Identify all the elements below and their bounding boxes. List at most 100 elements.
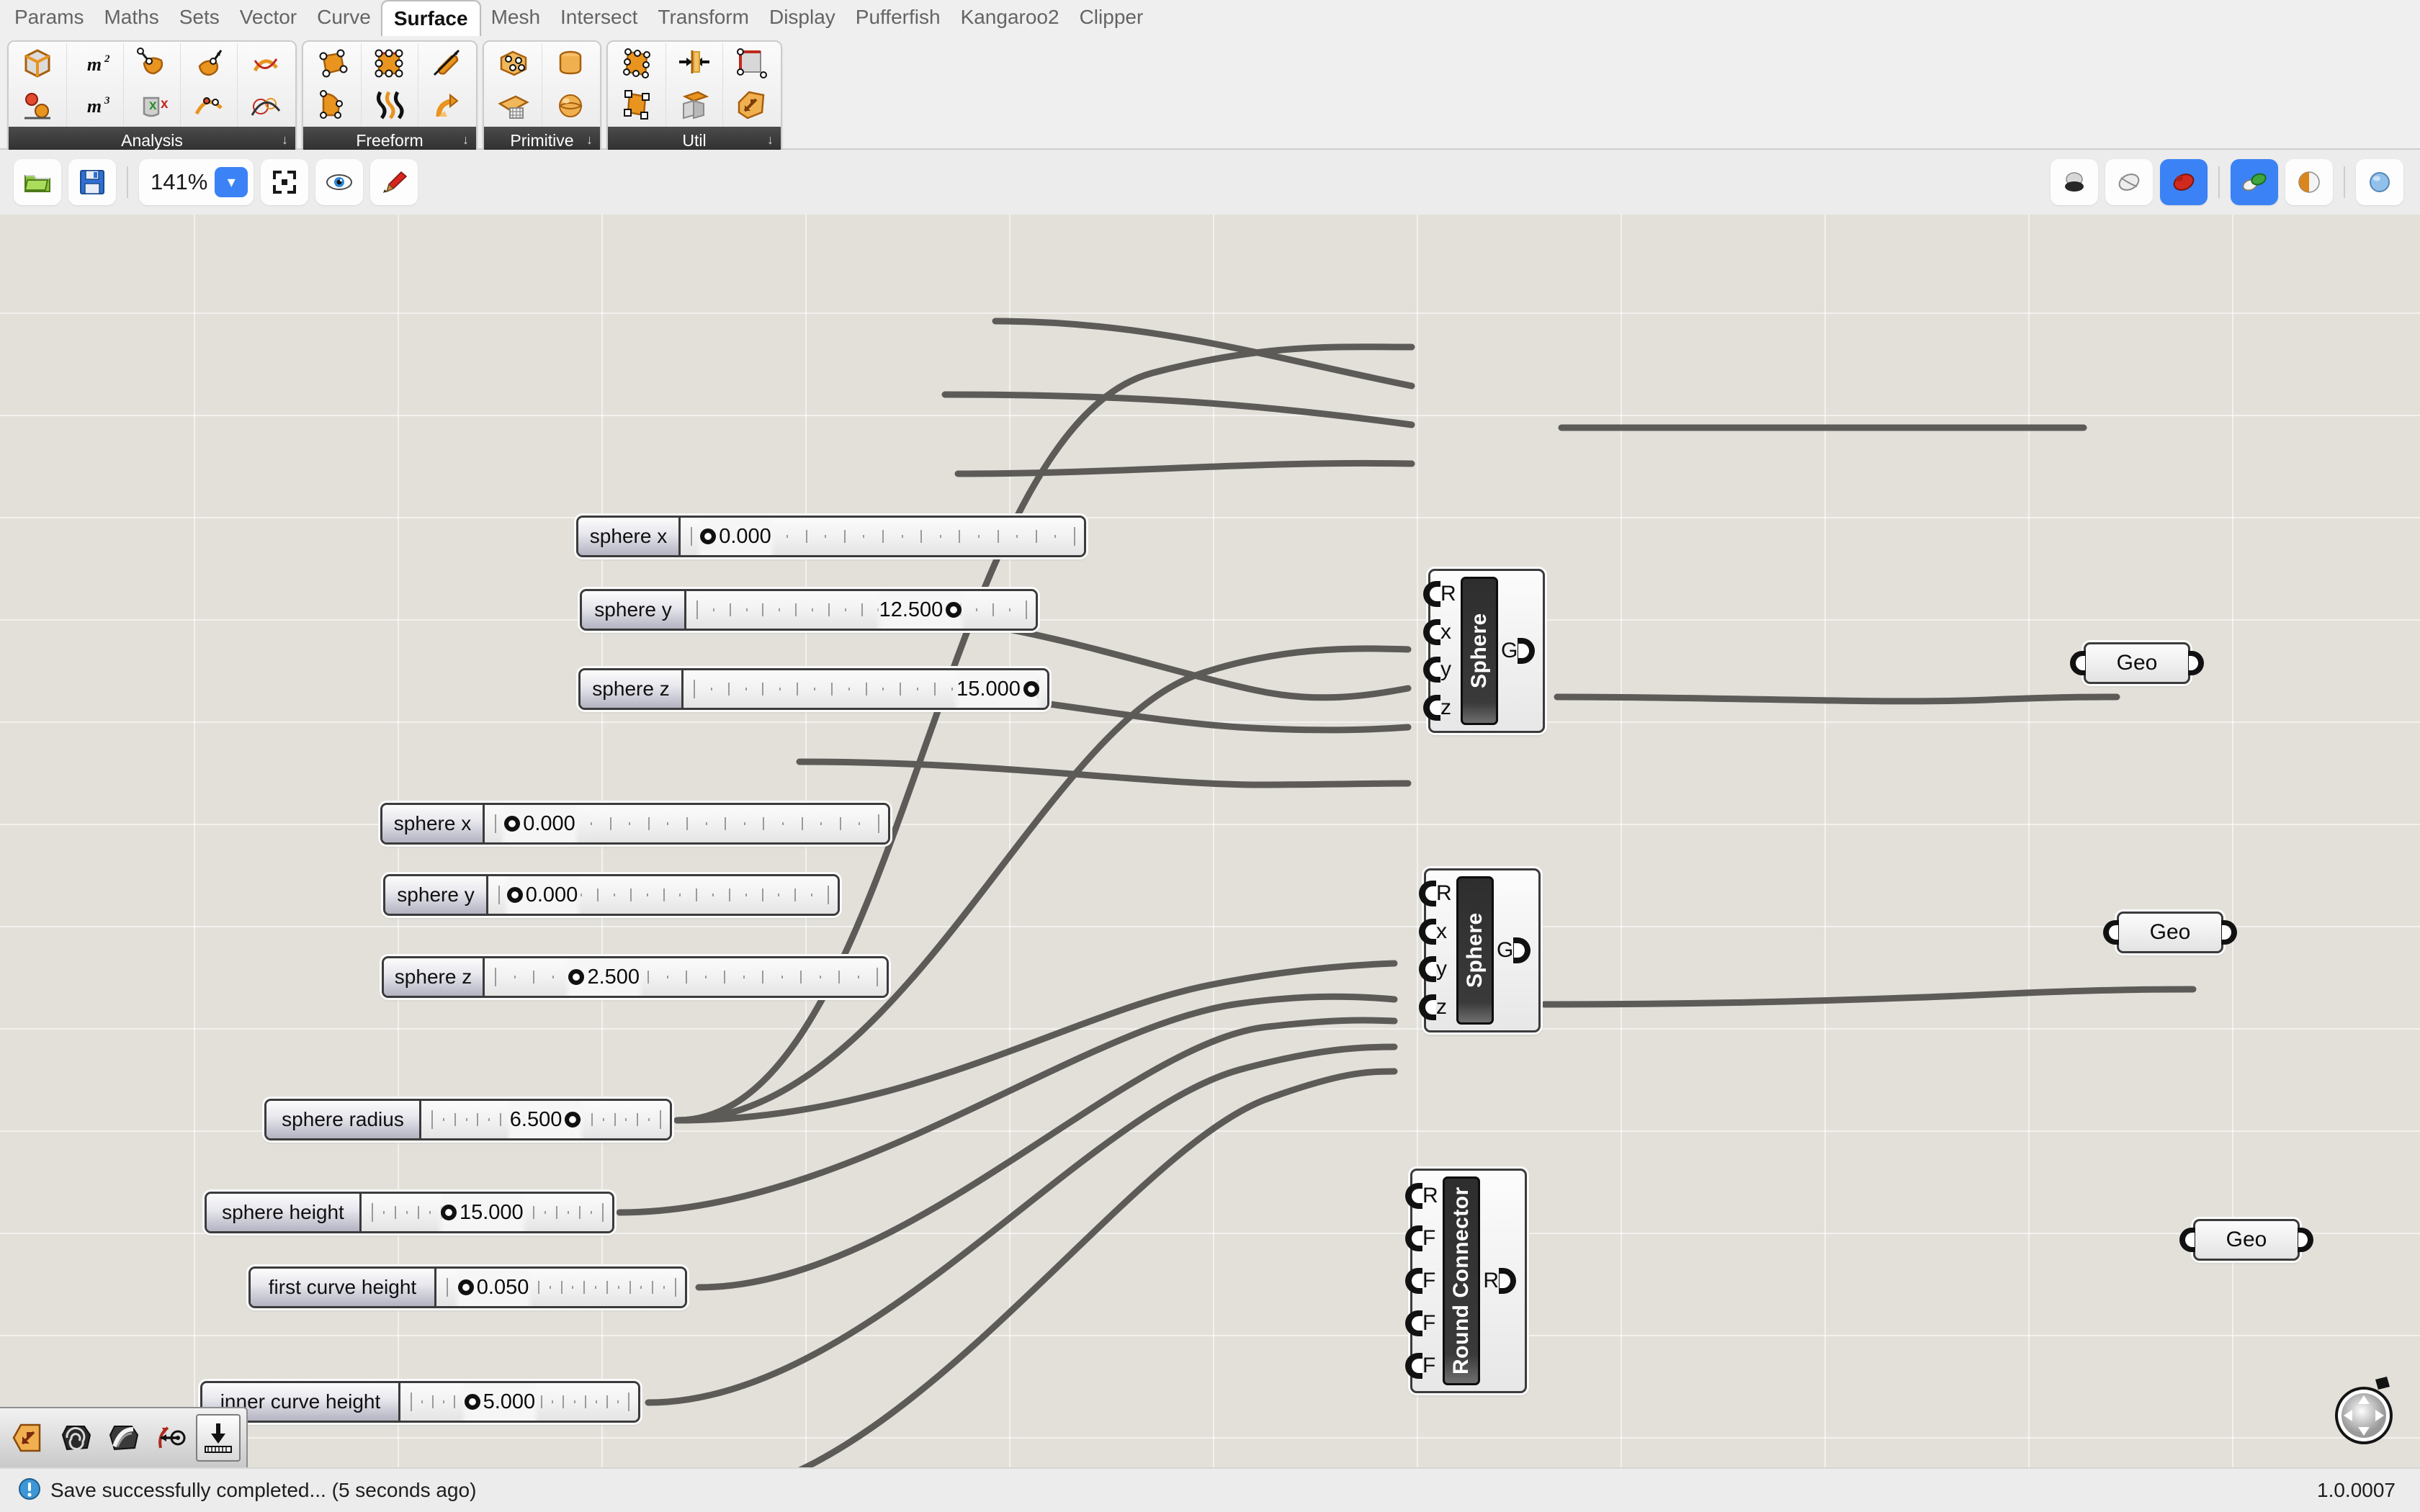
menu-item-pufferfish[interactable]: Pufferfish	[846, 4, 951, 33]
slider-knob[interactable]	[700, 528, 717, 544]
slider-value-group[interactable]: 12.500	[874, 591, 967, 629]
preview-quality-button[interactable]	[2285, 159, 2333, 205]
input-param-r-0[interactable]: R	[1419, 881, 1452, 907]
slider-sphere-y-1[interactable]: sphere y 12.500	[580, 589, 1038, 631]
menu-item-params[interactable]: Params	[4, 4, 94, 33]
shaded-preview-button[interactable]	[2051, 159, 2098, 205]
pipe-icon[interactable]	[420, 43, 473, 85]
slider-label[interactable]: sphere height	[207, 1194, 362, 1231]
slider-track[interactable]: 0.000	[485, 805, 888, 842]
slider-label[interactable]: sphere radius	[266, 1101, 421, 1138]
slider-label[interactable]: first curve height	[251, 1269, 436, 1306]
slider-sphere-x-1[interactable]: sphere x 0.000	[576, 516, 1086, 557]
slider-sphere-x-2[interactable]: sphere x 0.000	[380, 803, 890, 845]
chevron-down-icon[interactable]: ↓	[282, 132, 288, 148]
slider-sphere-z-2[interactable]: sphere z 2.500	[382, 956, 889, 998]
zoom-level-control[interactable]: 141% ▾	[139, 159, 254, 205]
edge-surface-icon[interactable]	[363, 43, 416, 85]
menu-item-curve[interactable]: Curve	[307, 4, 381, 33]
transparent-preview-button[interactable]	[2356, 159, 2403, 205]
spiral-dark-icon[interactable]	[53, 1414, 98, 1462]
extrude-icon[interactable]	[420, 85, 473, 127]
chevron-down-icon[interactable]: ↓	[767, 132, 774, 148]
slider-value-group[interactable]: 5.000	[460, 1383, 540, 1421]
4point-surface-icon[interactable]	[306, 43, 359, 85]
wireframe-preview-button[interactable]	[2105, 159, 2153, 205]
slider-sphere-z-1[interactable]: sphere z 15.000	[578, 668, 1049, 710]
slider-track[interactable]: 15.000	[362, 1194, 612, 1231]
divide-surface-icon[interactable]	[611, 43, 664, 85]
component-title[interactable]: Sphere	[1456, 876, 1494, 1025]
component-round-connector[interactable]: R F F F F Round Connector R	[1405, 1169, 1527, 1393]
input-param-z-3[interactable]: z	[1419, 994, 1447, 1020]
slider-knob[interactable]	[440, 1205, 457, 1220]
volume-m3-icon[interactable]: m3	[68, 85, 122, 127]
input-param-f-3[interactable]: F	[1405, 1310, 1435, 1336]
input-param-r-0[interactable]: R	[1423, 581, 1456, 608]
slider-knob[interactable]	[506, 887, 523, 903]
slider-knob[interactable]	[1023, 681, 1039, 697]
preview-eye-button[interactable]	[315, 159, 364, 205]
slider-label[interactable]: sphere x	[578, 518, 681, 555]
rotate-arc-icon[interactable]	[148, 1414, 193, 1462]
input-param-f-4[interactable]: F	[1405, 1352, 1435, 1379]
input-param-f-2[interactable]: F	[1405, 1267, 1435, 1294]
input-param-x-1[interactable]: x	[1423, 618, 1451, 645]
geo-param-geo-1[interactable]: Geo	[2070, 642, 2204, 684]
control-point-loft-icon[interactable]	[306, 85, 359, 127]
geo-param-geo-3[interactable]: Geo	[2179, 1219, 2313, 1261]
preview-mesh-button[interactable]	[2231, 159, 2278, 205]
gumball-scale-icon[interactable]	[6, 1414, 50, 1462]
input-param-x-1[interactable]: x	[1419, 918, 1447, 945]
input-param-y-2[interactable]: y	[1419, 956, 1447, 983]
input-param-z-3[interactable]: z	[1423, 694, 1451, 721]
ruled-surface-icon[interactable]	[363, 85, 416, 127]
slider-track[interactable]: 2.500	[485, 958, 887, 996]
slider-knob[interactable]	[565, 1112, 581, 1128]
menu-item-vector[interactable]: Vector	[230, 4, 307, 33]
merge-faces-icon[interactable]	[668, 43, 721, 85]
slider-sphere-radius[interactable]: sphere radius 6.500	[264, 1099, 672, 1140]
evaluate-surface-icon[interactable]	[125, 43, 179, 85]
menu-item-maths[interactable]: Maths	[94, 4, 169, 33]
cap-holes-icon[interactable]	[668, 85, 721, 127]
slider-value-group[interactable]: 0.000	[502, 876, 583, 914]
menu-item-intersect[interactable]: Intersect	[550, 4, 647, 33]
slider-knob[interactable]	[504, 816, 521, 832]
slider-track[interactable]: 15.000	[684, 670, 1047, 708]
output-port[interactable]	[1499, 1268, 1516, 1294]
node-canvas[interactable]: sphere x 0.000 sphere y 12.500 sphere z 15.00…	[0, 215, 2420, 1467]
menu-item-clipper[interactable]: Clipper	[1070, 4, 1154, 33]
output-param-r[interactable]: R	[1483, 1268, 1516, 1294]
menu-item-mesh[interactable]: Mesh	[481, 4, 550, 33]
slider-knob[interactable]	[464, 1394, 480, 1410]
menu-item-surface[interactable]: Surface	[380, 0, 481, 36]
component-sphere-1[interactable]: Rx y z Sphere G	[1423, 569, 1545, 733]
menu-item-transform[interactable]: Transform	[647, 4, 759, 33]
component-sphere-2[interactable]: Rx y z Sphere G	[1419, 868, 1541, 1032]
slider-track[interactable]: 0.050	[436, 1269, 685, 1306]
cylinder-icon[interactable]	[544, 43, 597, 85]
menu-item-kangaroo2[interactable]: Kangaroo2	[951, 4, 1070, 33]
slider-value-group[interactable]: 0.050	[453, 1269, 534, 1306]
slider-label[interactable]: sphere y	[385, 876, 488, 914]
offset-surface-icon[interactable]	[725, 85, 778, 127]
sphere-icon[interactable]	[544, 85, 597, 127]
input-param-f-1[interactable]: F	[1405, 1225, 1435, 1252]
output-param-g[interactable]: G	[1501, 638, 1536, 664]
paintbrush-button[interactable]	[370, 159, 418, 205]
is-planar-icon[interactable]	[182, 43, 236, 85]
open-file-button[interactable]	[14, 159, 61, 205]
area-moments-icon[interactable]	[12, 85, 65, 127]
output-port[interactable]	[1513, 937, 1531, 963]
principal-curvature-icon[interactable]	[239, 43, 292, 85]
component-title[interactable]: Round Connector	[1443, 1176, 1480, 1385]
geo-param-geo-2[interactable]: Geo	[2103, 912, 2237, 953]
slider-track[interactable]: 12.500	[686, 591, 1036, 629]
chevron-down-icon[interactable]: ↓	[586, 132, 593, 148]
slider-sphere-y-2[interactable]: sphere y 0.000	[383, 874, 840, 916]
slider-label[interactable]: sphere z	[384, 958, 485, 996]
slider-knob[interactable]	[568, 969, 585, 985]
slider-value-group[interactable]: 6.500	[505, 1101, 586, 1138]
slider-track[interactable]: 5.000	[400, 1383, 638, 1421]
